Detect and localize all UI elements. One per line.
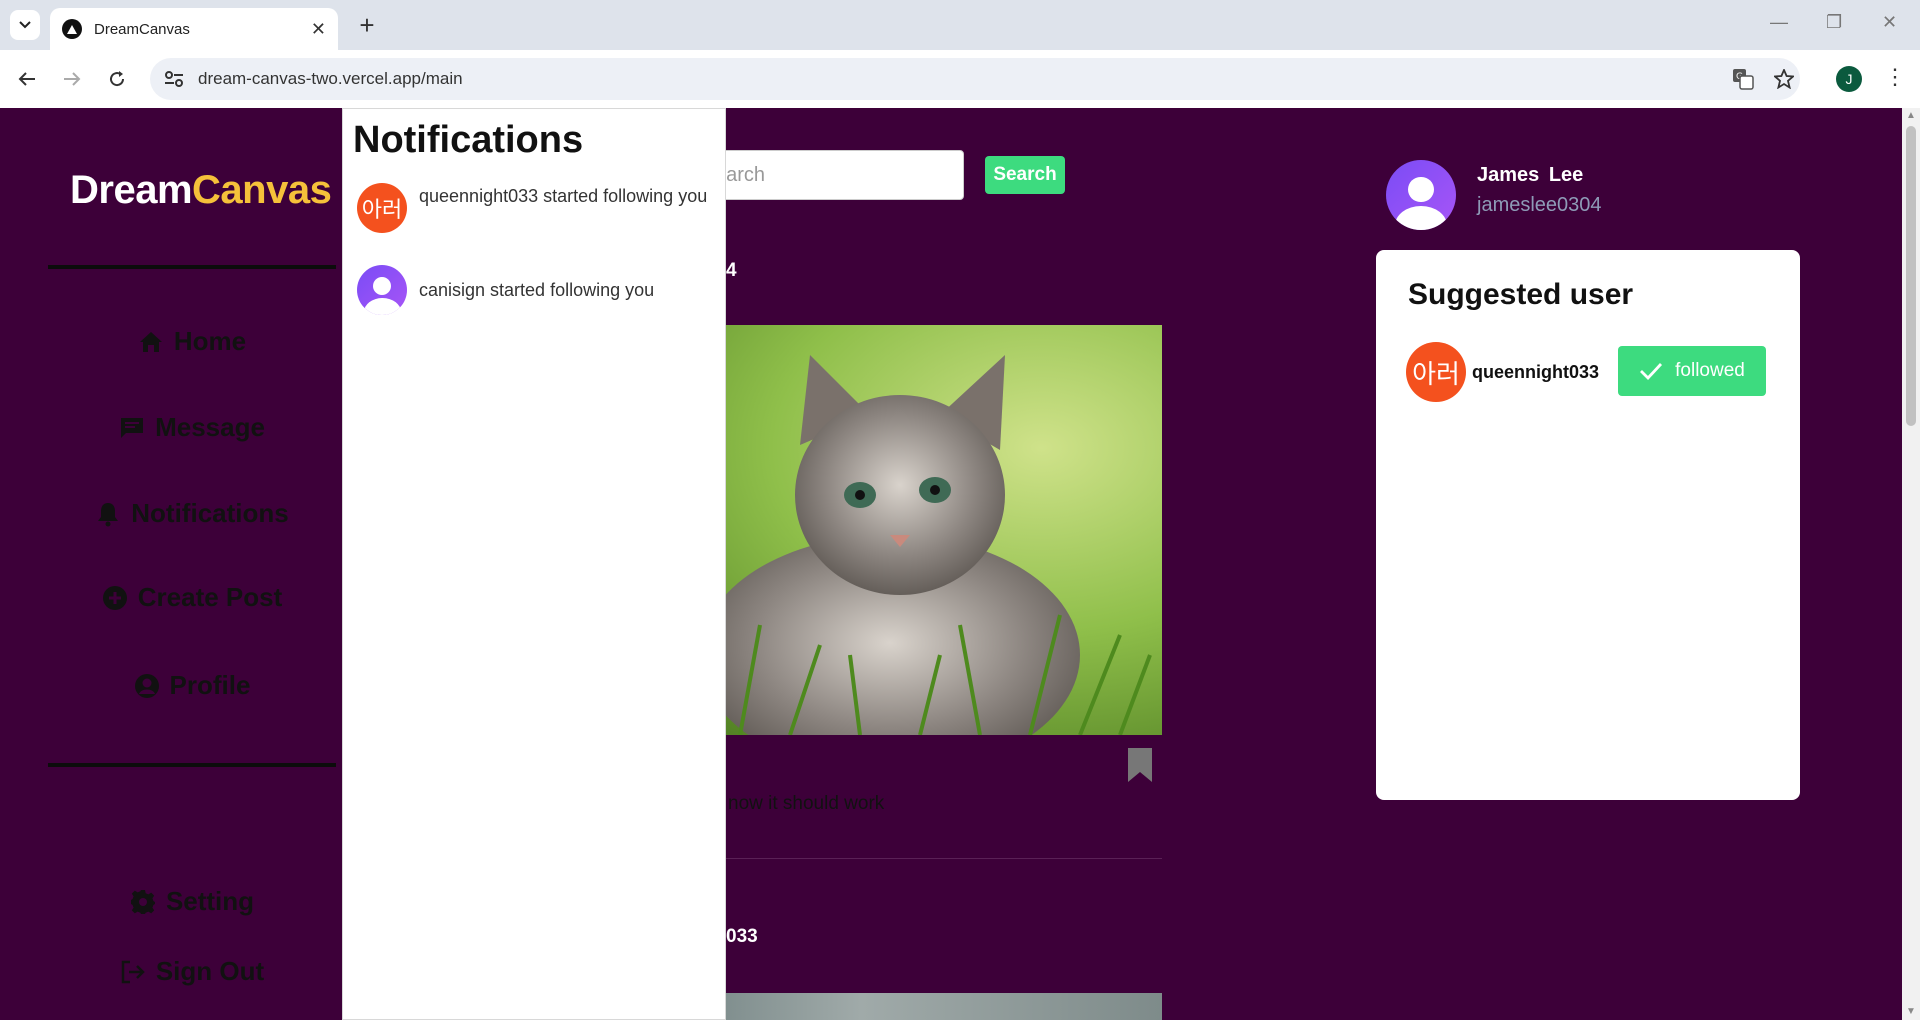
- notifications-title: Notifications: [353, 119, 584, 161]
- url-text: dream-canvas-two.vercel.app/main: [198, 69, 463, 88]
- more-vertical-icon[interactable]: ⋮: [1884, 64, 1906, 90]
- minimize-button[interactable]: —: [1770, 12, 1788, 33]
- sidebar-item-label: Home: [173, 326, 247, 356]
- followed-button-label: followed: [1675, 360, 1745, 381]
- arrow-right-icon: [64, 72, 81, 86]
- logo-part-canvas: Canvas: [192, 168, 332, 212]
- current-user-avatar[interactable]: [1386, 160, 1456, 230]
- notification-item[interactable]: 아러 queennight033 started following you: [357, 183, 719, 233]
- sidebar-item-label: Message: [155, 412, 265, 442]
- sidebar-item-message[interactable]: Message: [48, 412, 336, 443]
- sidebar-item-profile[interactable]: Profile: [48, 670, 336, 701]
- app-page: DreamCanvas Home Message Notifications C…: [0, 108, 1920, 1020]
- notification-item[interactable]: canisign started following you: [357, 265, 719, 315]
- post-username[interactable]: 033: [726, 926, 758, 948]
- chevron-down-icon: [19, 21, 31, 29]
- sidebar-item-label: Create Post: [137, 582, 283, 612]
- forward-button[interactable]: [55, 62, 89, 96]
- browser-toolbar: dream-canvas-two.vercel.app/main G J ⋮: [0, 50, 1920, 108]
- scroll-thumb[interactable]: [1906, 126, 1916, 426]
- scroll-down-icon[interactable]: ▼: [1906, 1006, 1916, 1017]
- browser-tab[interactable]: DreamCanvas ✕: [50, 8, 338, 50]
- current-user-handle[interactable]: jameslee0304: [1477, 194, 1602, 217]
- close-icon[interactable]: ✕: [311, 19, 326, 40]
- sidebar-item-create-post[interactable]: Create Post: [48, 582, 336, 613]
- logo-part-dream: Dream: [70, 168, 193, 212]
- current-user-name: James Lee: [1477, 164, 1584, 186]
- page-scrollbar[interactable]: ▲ ▼: [1902, 108, 1920, 1020]
- sidebar-item-label: Setting: [165, 886, 255, 916]
- browser-tab-bar: DreamCanvas ✕ + — ❐ ✕: [0, 0, 1920, 50]
- sidebar-divider-top: [48, 265, 336, 269]
- sidebar-item-home[interactable]: Home: [48, 326, 336, 357]
- sidebar-item-label: Profile: [169, 670, 251, 700]
- home-icon: [139, 331, 162, 352]
- sidebar-item-sign-out[interactable]: Sign Out: [48, 956, 336, 987]
- post-username[interactable]: 4: [726, 260, 737, 282]
- suggested-users-card: Suggested user 아러 queennight033 followed: [1376, 250, 1800, 800]
- bookmark-icon[interactable]: [1126, 748, 1154, 782]
- bell-icon: [98, 502, 119, 526]
- sidebar-divider-bottom: [48, 763, 336, 767]
- reload-button[interactable]: [100, 62, 134, 96]
- sidebar-item-label: Sign Out: [155, 956, 265, 986]
- arrow-left-icon: [18, 72, 35, 86]
- tab-title: DreamCanvas: [94, 20, 190, 38]
- new-tab-button[interactable]: +: [352, 10, 382, 40]
- app-logo[interactable]: DreamCanvas: [70, 168, 332, 213]
- browser-profile-avatar[interactable]: J: [1836, 66, 1862, 92]
- suggested-user-row: 아러 queennight033: [1406, 342, 1599, 402]
- suggested-title: Suggested user: [1408, 278, 1634, 311]
- suggested-username[interactable]: queennight033: [1472, 362, 1599, 383]
- default-avatar-icon: [357, 265, 407, 315]
- sidebar-item-notifications[interactable]: Notifications: [48, 498, 336, 529]
- sidebar-item-setting[interactable]: Setting: [48, 886, 336, 917]
- triangle-icon: [62, 19, 82, 39]
- followed-button[interactable]: followed: [1618, 346, 1766, 396]
- plus-circle-icon: [102, 585, 127, 610]
- post-caption: now it should work: [728, 793, 885, 814]
- back-button[interactable]: [10, 62, 44, 96]
- restore-button[interactable]: ❐: [1826, 12, 1842, 33]
- checkmark-icon: [1640, 363, 1663, 380]
- sidebar-item-label: Notifications: [131, 498, 289, 528]
- address-bar[interactable]: dream-canvas-two.vercel.app/main G: [150, 58, 1800, 100]
- scroll-up-icon[interactable]: ▲: [1906, 110, 1916, 121]
- translate-icon[interactable]: G: [1732, 68, 1754, 90]
- star-icon[interactable]: [1774, 69, 1794, 89]
- notifications-panel: Notifications 아러 queennight033 started f…: [342, 108, 726, 1020]
- search-button[interactable]: Search: [985, 156, 1065, 194]
- sign-out-icon: [121, 960, 145, 983]
- avatar: 아러: [357, 183, 407, 233]
- notification-text: canisign started following you: [419, 279, 655, 300]
- reload-icon: [110, 71, 125, 87]
- close-window-button[interactable]: ✕: [1882, 12, 1897, 33]
- notification-text: queennight033 started following you: [419, 186, 708, 206]
- tab-search-button[interactable]: [10, 10, 40, 40]
- search-input[interactable]: earch: [704, 150, 964, 200]
- user-circle-icon: [134, 673, 159, 698]
- site-settings-icon[interactable]: [164, 71, 184, 87]
- gear-icon: [130, 889, 155, 914]
- message-icon: [121, 417, 144, 438]
- avatar[interactable]: 아러: [1406, 342, 1466, 402]
